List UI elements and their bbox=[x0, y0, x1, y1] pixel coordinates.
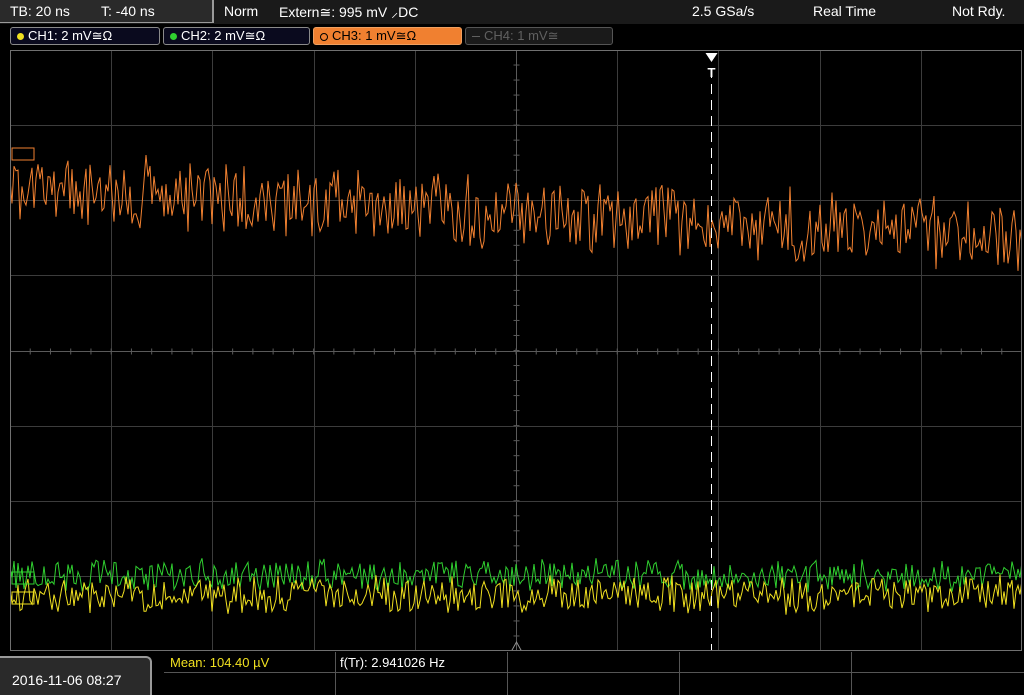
ch2-label: CH2: 2 mV≅Ω bbox=[181, 28, 266, 43]
timebase-label[interactable]: TB: 20 ns bbox=[10, 3, 70, 19]
measurement-cell-4[interactable] bbox=[680, 652, 852, 673]
trigger-marker-label: T bbox=[708, 65, 716, 80]
waveform-svg[interactable]: T bbox=[10, 50, 1022, 651]
ch4-label: CH4: 1 mV≅ bbox=[484, 28, 559, 43]
ch2-dot-icon bbox=[170, 33, 177, 41]
mean-measurement[interactable]: Mean: 104.40 µV bbox=[170, 655, 269, 670]
measurement-grid: Mean: 104.40 µV f(Tr): 2.941026 Hz bbox=[164, 652, 1024, 695]
ch1-dot-icon bbox=[17, 33, 24, 41]
measurement-cell-10[interactable] bbox=[852, 673, 1024, 695]
date-panel: 2016-11-06 08:27 bbox=[0, 656, 152, 695]
sample-rate-label[interactable]: 2.5 GSa/s bbox=[692, 3, 754, 19]
channel-tabs: CH1: 2 mV≅Ω CH2: 2 mV≅Ω CH3: 1 mV≅Ω CH4:… bbox=[0, 24, 1024, 48]
trigger-time-label[interactable]: T: -40 ns bbox=[101, 3, 155, 19]
ch4-dash-icon bbox=[472, 36, 480, 38]
timebase-panel[interactable]: TB: 20 ns T: -40 ns bbox=[0, 0, 214, 23]
measurement-cell-7[interactable] bbox=[336, 673, 508, 695]
channel-1-tab[interactable]: CH1: 2 mV≅Ω bbox=[10, 27, 160, 45]
channel-2-tab[interactable]: CH2: 2 mV≅Ω bbox=[163, 27, 310, 45]
channel-3-tab[interactable]: CH3: 1 mV≅Ω bbox=[313, 27, 462, 45]
channel-4-tab[interactable]: CH4: 1 mV≅ bbox=[465, 27, 613, 45]
ch1-label: CH1: 2 mV≅Ω bbox=[28, 28, 113, 43]
measurement-cell-freq[interactable]: f(Tr): 2.941026 Hz bbox=[336, 652, 508, 673]
measurement-cell-mean[interactable]: Mean: 104.40 µV bbox=[164, 652, 336, 673]
ch3-dot-icon bbox=[320, 32, 328, 41]
ch3-label: CH3: 1 mV≅Ω bbox=[332, 28, 417, 43]
status-bar: TB: 20 ns T: -40 ns Norm Extern≅: 995 mV… bbox=[0, 0, 1024, 24]
run-state-label: Not Rdy. bbox=[952, 3, 1006, 19]
date-label: 2016-11-06 08:27 bbox=[12, 672, 122, 688]
measurement-cell-3[interactable] bbox=[508, 652, 680, 673]
measurement-cell-6[interactable] bbox=[164, 673, 336, 695]
measurement-cell-8[interactable] bbox=[508, 673, 680, 695]
waveform-display[interactable]: T bbox=[10, 50, 1022, 651]
trigger-mode-label[interactable]: Norm bbox=[224, 3, 258, 19]
freq-measurement[interactable]: f(Tr): 2.941026 Hz bbox=[340, 655, 445, 670]
measurement-cell-9[interactable] bbox=[680, 673, 852, 695]
measurement-cell-5[interactable] bbox=[852, 652, 1024, 673]
acquisition-mode-label[interactable]: Real Time bbox=[813, 3, 876, 19]
trigger-source-label[interactable]: Extern≅: 995 mV ⸝DC bbox=[279, 3, 418, 22]
